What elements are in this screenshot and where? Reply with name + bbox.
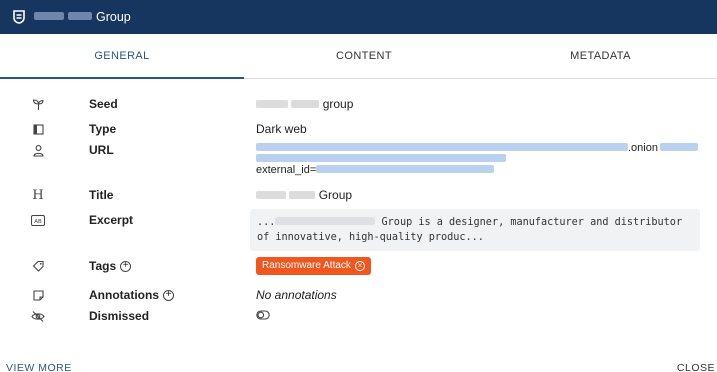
excerpt-line1: Group is a designer, manufacturer and di… [375, 217, 683, 228]
excerpt-icon: AB [31, 213, 45, 227]
redacted-text [256, 99, 288, 108]
redacted-url [256, 154, 506, 163]
add-annotation-button[interactable]: + [163, 289, 174, 301]
redacted-text [256, 190, 286, 199]
redacted-text [291, 99, 320, 108]
person-icon [31, 143, 45, 157]
add-tag-button[interactable]: + [120, 260, 132, 272]
excerpt-line2: of innovative, high-quality produc... [257, 232, 484, 243]
redacted-text [289, 190, 316, 199]
close-button[interactable]: CLOSE [677, 362, 715, 372]
redacted-url [659, 143, 698, 152]
seed-value-text: group [322, 97, 354, 111]
tab-bar: GENERAL CONTENT METADATA [0, 34, 717, 79]
tab-label: METADATA [570, 50, 631, 62]
url-link[interactable]: .onion external_id= [256, 143, 706, 176]
dialog-header: Group [0, 0, 717, 34]
tab-general[interactable]: GENERAL [0, 34, 244, 79]
excerpt-text-box: ... Group is a designer, manufacturer an… [250, 209, 700, 251]
tab-metadata[interactable]: METADATA [484, 34, 717, 78]
eye-off-icon [31, 309, 45, 323]
note-icon [31, 288, 45, 302]
dialog-title: Group [96, 10, 131, 24]
field-label: Tags + [89, 259, 132, 273]
sprout-icon [31, 97, 45, 111]
shield-logo-icon [12, 10, 26, 24]
field-value: group [256, 97, 353, 111]
tab-label: GENERAL [94, 49, 150, 62]
field-label: Dismissed [89, 309, 150, 323]
field-label: Excerpt [89, 213, 134, 227]
panel-icon [31, 122, 45, 136]
field-label: Title [89, 188, 114, 202]
title-value-text: Group [318, 188, 353, 202]
detail-dialog: Group GENERAL CONTENT METADATA Seed grou… [0, 0, 717, 372]
field-label: URL [89, 143, 114, 157]
remove-tag-icon[interactable]: × [354, 261, 365, 271]
excerpt-prefix: ... [257, 217, 276, 228]
dismissed-toggle[interactable] [256, 309, 270, 323]
field-label: Annotations + [89, 288, 174, 302]
tab-label: CONTENT [336, 50, 392, 62]
redacted-text [68, 12, 92, 20]
field-value: Group [256, 188, 352, 202]
redacted-text [34, 12, 64, 20]
tag-chip[interactable]: Ransomware Attack × [256, 257, 371, 275]
tab-content[interactable]: CONTENT [244, 34, 484, 78]
tag-list: Ransomware Attack × [256, 257, 371, 275]
redacted-text [275, 217, 376, 225]
view-more-button[interactable]: VIEW MORE [6, 362, 72, 372]
annotations-label-text: Annotations [89, 288, 159, 302]
tags-label-text: Tags [89, 259, 117, 273]
heading-icon: H [32, 187, 44, 203]
field-value: Dark web [256, 122, 307, 136]
redacted-url [256, 143, 628, 152]
svg-text:AB: AB [34, 218, 42, 224]
url-param-label: external_id= [256, 164, 317, 176]
field-label: Type [89, 122, 117, 136]
redacted-url [316, 165, 495, 174]
tag-chip-label: Ransomware Attack [262, 260, 351, 271]
tag-icon [31, 259, 45, 273]
field-label: Seed [89, 97, 118, 111]
annotations-value: No annotations [256, 288, 337, 302]
url-onion-suffix: .onion [628, 142, 658, 154]
